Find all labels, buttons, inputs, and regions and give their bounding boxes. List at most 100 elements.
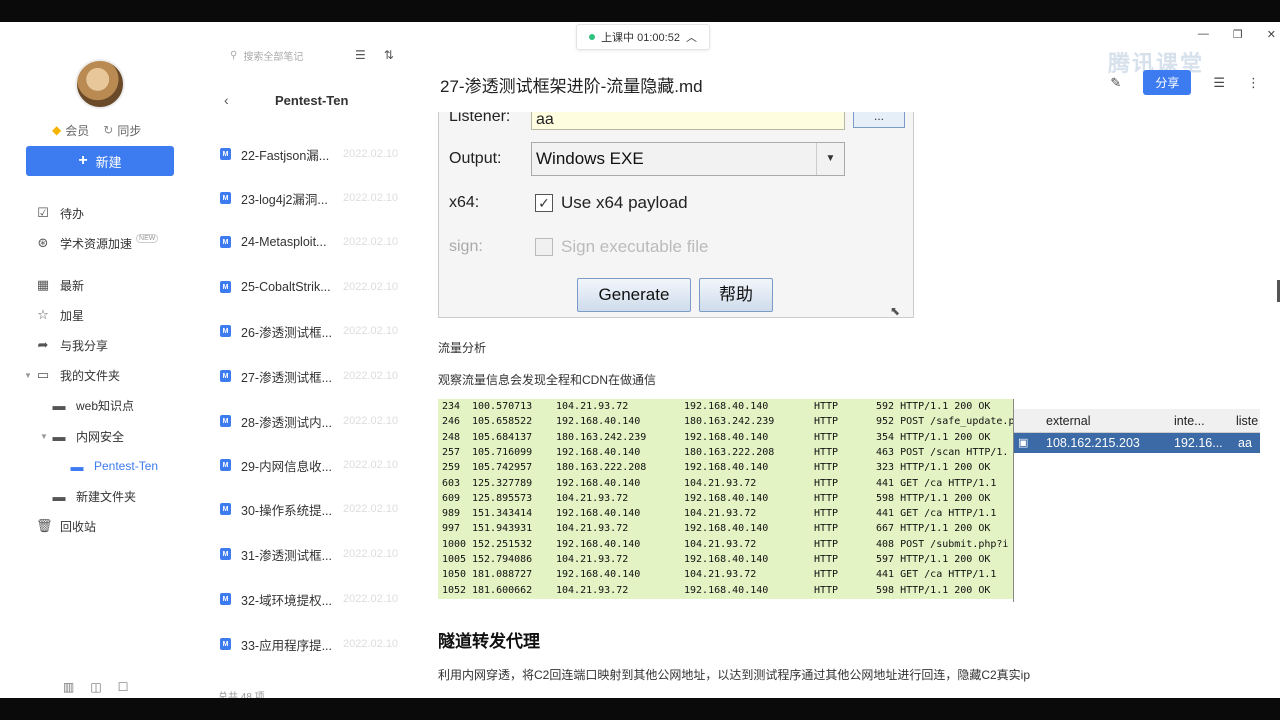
traffic-cell: 192.168.40.140 [684, 431, 769, 443]
markdown-icon: M [220, 192, 231, 204]
listener-field: aa [531, 112, 845, 130]
markdown-icon: M [220, 415, 231, 427]
beacon-list-image: external inte... liste ▣ 108.162.215.203… [1013, 399, 1260, 602]
folder-icon: ▬ [52, 397, 66, 413]
traffic-cell: HTTP [814, 554, 839, 565]
traffic-cell: 597 HTTP/1.1 200 OK [876, 554, 991, 565]
list-item[interactable]: M 28-渗透测试内... 2022.02.10 [220, 411, 410, 431]
search-input[interactable]: 搜索全部笔记 [243, 48, 303, 63]
traffic-cell: 246 [442, 416, 461, 428]
traffic-cell: 989 [442, 508, 461, 520]
beacon-table-header: external inte... liste [1014, 409, 1260, 433]
edit-icon[interactable]: ✎ [1110, 75, 1121, 91]
list-item[interactable]: M 26-渗透测试框... 2022.02.10 [220, 321, 410, 341]
dropdown-arrow-icon: ▼ [816, 143, 844, 175]
list-item[interactable]: M 30-操作系统提... 2022.02.10 [220, 499, 410, 519]
traffic-cell: 598 HTTP/1.1 200 OK [876, 492, 991, 504]
sign-checkbox [535, 238, 553, 256]
traffic-cell: HTTP [814, 569, 839, 581]
columns-view-icon[interactable]: ▥ [63, 680, 74, 694]
list-item[interactable]: M 32-域环境提权... 2022.02.10 [220, 589, 410, 609]
sidebar-item-recent[interactable]: ▦ 最新 [36, 275, 84, 295]
traffic-cell: 104.21.93.72 [684, 538, 757, 550]
traffic-cell: 192.168.40.140 [684, 584, 769, 596]
sidebar-item-shared[interactable]: ➦ 与我分享 [36, 335, 108, 355]
list-item[interactable]: M 29-内网信息收... 2022.02.10 [220, 455, 410, 475]
traffic-cell: 1005 [442, 554, 467, 565]
traffic-cell: 104.21.93.72 [684, 508, 757, 520]
live-dot-icon [589, 34, 596, 40]
sidebar-item-my-folders[interactable]: ▭ 我的文件夹 [36, 365, 120, 385]
member-sync-row: ◆ 会员 ↻ 同步 [52, 122, 162, 138]
list-item[interactable]: M 33-应用程序提... 2022.02.10 [220, 634, 410, 654]
list-view-icon[interactable]: ☰ [355, 48, 366, 62]
avatar[interactable] [75, 59, 125, 109]
back-arrow-icon[interactable]: ‹ [224, 92, 229, 108]
markdown-icon: M [220, 503, 231, 515]
editor-actions: ✎ 分享 ☰ ⋮ [1110, 70, 1260, 95]
sidebar-item-academic[interactable]: ⊛ 学术资源加速 NEW [36, 233, 159, 253]
traffic-cell: 441 GET /ca HTTP/1.1 [876, 569, 997, 581]
folder-icon: ▬ [52, 428, 66, 444]
list-item[interactable]: M 23-log4j2漏洞... 2022.02.10 [220, 188, 410, 208]
note-editor: 上课中 01:00:52 ︿ 腾讯课堂 — ❐ ✕ 27-渗透测试框架进阶-流量… [410, 22, 1280, 698]
class-status-pill[interactable]: 上课中 01:00:52 ︿ [576, 24, 710, 50]
list-item[interactable]: M 22-Fastjson漏... 2022.02.10 [220, 144, 410, 164]
caret-down-icon[interactable]: ▼ [40, 432, 48, 441]
traffic-cell: 234 [442, 401, 461, 412]
traffic-cell: 180.163.222.208 [556, 462, 647, 474]
search-box[interactable]: ⚲ 搜索全部笔记 [230, 48, 303, 63]
traffic-cell: 192.168.40.140 [556, 569, 641, 581]
browse-button: ... [853, 112, 905, 128]
traffic-cell: 180.163.242.239 [556, 431, 647, 443]
restore-icon[interactable]: ❐ [1233, 28, 1243, 41]
sidebar-item-web[interactable]: ▬ web知识点 [52, 395, 135, 415]
caret-down-icon[interactable]: ▼ [24, 371, 32, 380]
sidebar-item-pentest-ten[interactable]: ▬ Pentest-Ten [70, 456, 159, 476]
more-icon[interactable]: ⋮ [1247, 75, 1260, 91]
traffic-cell: 181.600662 [472, 584, 533, 596]
sync-link[interactable]: ↻ 同步 [103, 122, 141, 139]
markdown-icon: M [220, 281, 231, 293]
traffic-cell: 104.21.93.72 [556, 554, 629, 565]
markdown-icon: M [220, 370, 231, 382]
new-note-button[interactable]: + 新建 [26, 146, 174, 176]
sidebar-item-intranet[interactable]: ▬ 内网安全 [52, 426, 125, 446]
listener-label: Listener: [449, 112, 511, 125]
note-list-panel: ⚲ 搜索全部笔记 ☰ ⇅ ‹ Pentest-Ten M 22-Fastjson漏… [210, 22, 410, 698]
single-view-icon[interactable]: ☐ [118, 680, 129, 694]
minimize-icon[interactable]: — [1198, 28, 1209, 41]
markdown-icon: M [220, 236, 231, 248]
traffic-cell: 1000 [442, 538, 467, 550]
x64-checkbox-label: Use x64 payload [561, 193, 688, 212]
sort-icon[interactable]: ⇅ [384, 48, 394, 62]
list-item[interactable]: M 24-Metasploit... 2022.02.10 [220, 232, 410, 252]
sidebar-item-starred[interactable]: ☆ 加星 [36, 305, 84, 325]
traffic-cell: 609 [442, 492, 461, 504]
sidebar-item-todo[interactable]: ☑ 待办 [36, 203, 84, 223]
traffic-cell: HTTP [814, 401, 839, 412]
traffic-cell: 152.251532 [472, 538, 533, 550]
traffic-cell: HTTP [814, 462, 839, 474]
traffic-cell: HTTP [814, 523, 839, 535]
traffic-cell: 257 [442, 446, 461, 458]
traffic-cell: 152.794086 [472, 554, 533, 565]
outline-search-icon[interactable]: ☰ [1213, 75, 1225, 91]
traffic-cell: 105.716099 [472, 446, 533, 458]
sidebar-item-trash[interactable]: 🗑 回收站 [36, 516, 96, 536]
generate-button: Generate [577, 278, 691, 312]
traffic-cell: HTTP [814, 492, 839, 504]
list-item[interactable]: M 31-渗透测试框... 2022.02.10 [220, 544, 410, 564]
share-icon: ➦ [37, 337, 49, 352]
close-icon[interactable]: ✕ [1267, 28, 1276, 41]
split-view-icon[interactable]: ◫ [90, 680, 101, 694]
sidebar-item-new-folder[interactable]: ▬ 新建文件夹 [52, 486, 137, 506]
traffic-cell: HTTP [814, 431, 839, 443]
traffic-cell: 667 HTTP/1.1 200 OK [876, 523, 991, 535]
window-controls: — ❐ ✕ [1198, 28, 1276, 41]
share-button[interactable]: 分享 [1143, 70, 1192, 95]
member-link[interactable]: ◆ 会员 [52, 122, 89, 139]
list-item[interactable]: M 27-渗透测试框... 2022.02.10 [220, 366, 410, 386]
view-mode-toolbar: ▥ ◫ ☐ [63, 680, 128, 694]
list-item[interactable]: M 25-CobaltStrik... 2022.02.10 [220, 277, 410, 297]
